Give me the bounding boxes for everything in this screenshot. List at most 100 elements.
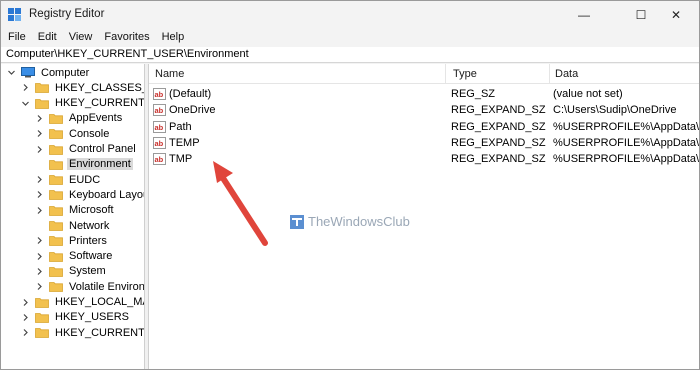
value-data: C:\Users\Sudip\OneDrive — [553, 104, 677, 117]
value-type: REG_SZ — [451, 88, 496, 100]
value-row[interactable]: ab TEMP REG_EXPAND_SZ %USERPROFILE%\AppData… — [149, 135, 700, 151]
folder-icon — [49, 129, 63, 140]
tree-item-label: Control Panel — [69, 143, 136, 155]
value-data: %USERPROFILE%\AppData\Local — [553, 153, 700, 166]
value-name: OneDrive — [169, 104, 216, 117]
string-value-icon: ab — [153, 153, 166, 166]
chevron-right-icon[interactable] — [35, 190, 44, 199]
chevron-down-icon[interactable] — [7, 68, 16, 77]
chevron-right-icon[interactable] — [21, 298, 30, 307]
value-name: TEMP — [169, 136, 200, 149]
folder-icon — [49, 144, 63, 155]
tree-item[interactable]: Network — [35, 218, 111, 233]
chevron-right-icon[interactable] — [35, 114, 44, 123]
folder-icon — [49, 113, 63, 124]
chevron-right-icon[interactable] — [21, 328, 30, 337]
tree-item[interactable]: Software — [35, 249, 114, 264]
folder-icon — [49, 221, 63, 231]
minimize-button[interactable]: — — [561, 1, 607, 29]
list-header: Name Type Data — [149, 64, 699, 84]
chevron-right-icon[interactable] — [35, 236, 44, 245]
chevron-down-icon[interactable] — [21, 99, 30, 108]
tree-item[interactable]: Console — [35, 126, 111, 141]
value-data: %USERPROFILE%\AppData\Local — [553, 136, 700, 149]
tree-item[interactable]: Computer — [7, 65, 91, 80]
registry-tree[interactable]: Computer HKEY_CLASSES_ROOT HKEY_CURRENT_US… — [1, 64, 145, 369]
value-name: Path — [169, 120, 192, 133]
chevron-right-icon[interactable] — [35, 252, 44, 261]
value-name-cell: ab OneDrive — [153, 102, 443, 118]
tree-item-label: Volatile Environment — [69, 280, 145, 293]
address-bar[interactable]: Computer\HKEY_CURRENT_USER\Environment — [1, 47, 699, 63]
registry-editor-window: Registry Editor — ☐ ✕ File Edit View Fav… — [0, 0, 700, 370]
tree-item[interactable]: AppEvents — [35, 111, 124, 126]
tree-item[interactable]: Printers — [35, 233, 109, 248]
tree-item[interactable]: Control Panel — [35, 142, 138, 157]
folder-icon — [49, 266, 63, 277]
computer-icon — [21, 67, 35, 78]
tree-item[interactable]: HKEY_LOCAL_MACHINE — [21, 295, 144, 310]
tree-item-label: HKEY_USERS — [55, 311, 129, 324]
tree-item-label: Network — [69, 219, 110, 232]
folder-icon — [49, 159, 63, 170]
chevron-right-icon[interactable] — [35, 145, 44, 154]
tree-item[interactable]: EUDC — [35, 172, 102, 187]
value-name-cell: ab TEMP — [153, 135, 443, 151]
chevron-right-icon[interactable] — [21, 83, 30, 92]
tree-item-label: Computer — [41, 66, 90, 79]
column-header-name[interactable]: Name — [149, 64, 184, 84]
tree-item-label: HKEY_CURRENT_CONFIG — [55, 326, 145, 339]
value-row[interactable]: ab (Default) REG_SZ (value not set) — [149, 86, 699, 102]
value-row[interactable]: ab Path REG_EXPAND_SZ %USERPROFILE%\AppData… — [149, 119, 700, 135]
tree-item-label: HKEY_CLASSES_ROOT — [55, 81, 144, 94]
chevron-right-icon[interactable] — [35, 129, 44, 138]
svg-text:ab: ab — [155, 106, 164, 115]
chevron-right-icon[interactable] — [35, 267, 44, 276]
value-data: (value not set) — [553, 88, 623, 100]
tree-item[interactable]: HKEY_USERS — [21, 310, 131, 325]
tree-item-label: HKEY_CURRENT_USER — [55, 97, 145, 110]
tree-item[interactable]: HKEY_CLASSES_ROOT — [21, 80, 144, 95]
chevron-right-icon[interactable] — [35, 175, 44, 184]
svg-text:ab: ab — [155, 90, 164, 99]
tree-item-label: Keyboard Layout — [69, 188, 145, 201]
value-data: %USERPROFILE%\AppData\Local — [553, 120, 700, 133]
tree-item-label: HKEY_LOCAL_MACHINE — [55, 296, 144, 308]
chevron-right-icon[interactable] — [35, 206, 44, 215]
value-row[interactable]: ab OneDrive REG_EXPAND_SZ C:\Users\Sudip\On… — [149, 102, 699, 118]
tree-item[interactable]: HKEY_CURRENT_USER — [21, 96, 145, 111]
registry-editor-app-icon — [8, 8, 21, 21]
tree-item-label: Microsoft — [69, 204, 114, 217]
column-header-type[interactable]: Type — [447, 64, 477, 84]
menu-edit[interactable]: Edit — [32, 29, 63, 47]
tree-item[interactable]: HKEY_CURRENT_CONFIG — [21, 325, 145, 340]
chevron-right-icon[interactable] — [35, 282, 44, 291]
tree-item[interactable]: Volatile Environment — [35, 279, 145, 294]
folder-icon — [49, 236, 63, 247]
chevron-right-icon[interactable] — [21, 313, 30, 322]
watermark-text: TheWindowsClub — [308, 214, 410, 229]
tree-item-label: Console — [69, 127, 110, 140]
tree-item[interactable]: Microsoft — [35, 203, 116, 218]
folder-icon — [35, 83, 49, 94]
folder-icon — [49, 205, 63, 216]
menu-file[interactable]: File — [1, 29, 32, 47]
tree-item[interactable]: Keyboard Layout — [35, 187, 145, 202]
tree-item[interactable]: Environment — [35, 157, 133, 172]
tree-item-label: AppEvents — [69, 112, 123, 125]
menu-help[interactable]: Help — [156, 29, 191, 47]
folder-icon — [49, 190, 63, 201]
values-list[interactable]: Name Type Data ab (Default) REG_SZ (value n… — [148, 64, 700, 369]
folder-icon — [49, 251, 63, 262]
tree-item[interactable]: System — [35, 264, 108, 279]
column-header-data[interactable]: Data — [549, 64, 578, 84]
menu-favorites[interactable]: Favorites — [98, 29, 155, 47]
tree-item-label: EUDC — [69, 173, 101, 186]
folder-icon — [35, 328, 49, 338]
close-button[interactable]: ✕ — [653, 1, 699, 29]
menu-view[interactable]: View — [63, 29, 99, 47]
string-value-icon: ab — [153, 136, 166, 149]
watermark-logo-icon — [290, 214, 304, 229]
tree-item-label: Printers — [69, 234, 107, 247]
column-divider[interactable] — [445, 64, 446, 84]
